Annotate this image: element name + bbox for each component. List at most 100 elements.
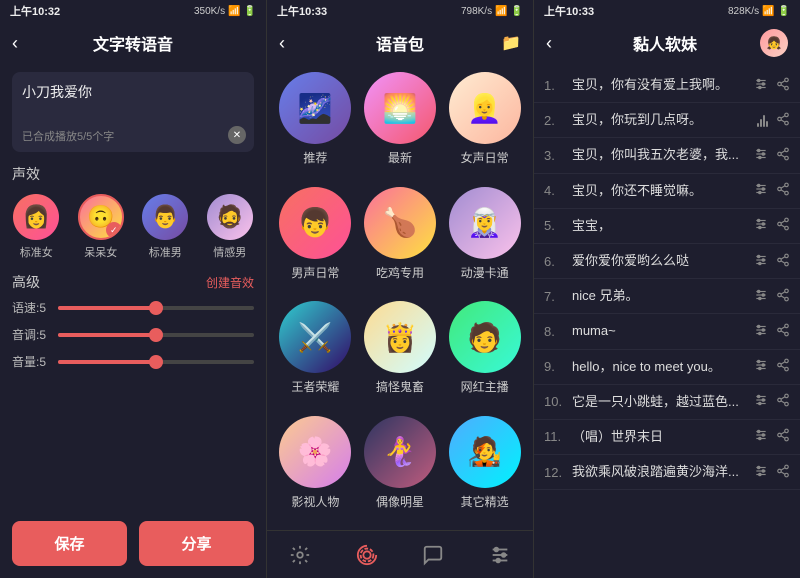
- pack-item-6[interactable]: ⚔️ 王者荣耀: [277, 301, 354, 408]
- tune-icon-11[interactable]: [754, 428, 768, 445]
- voice-emoji-2: 👨: [152, 204, 179, 230]
- phrase-item-1[interactable]: 1. 宝贝，你有没有爱上我啊。: [534, 68, 800, 103]
- pack-item-2[interactable]: 👱‍♀️ 女声日常: [446, 72, 523, 179]
- slider-pitch: 音调:5: [0, 321, 266, 348]
- back-button-middle[interactable]: ‹: [279, 33, 303, 54]
- voice-name-1: 呆呆女: [84, 244, 117, 260]
- pack-name-2: 女声日常: [461, 149, 509, 166]
- share-icon-9[interactable]: [776, 358, 790, 375]
- phrase-item-4[interactable]: 4. 宝贝，你还不睡觉嘛。: [534, 174, 800, 209]
- share-button[interactable]: 分享: [139, 521, 254, 566]
- pack-item-0[interactable]: 🌌 推荐: [277, 72, 354, 179]
- header-left: ‹ 文字转语音: [0, 22, 266, 64]
- share-icon-6[interactable]: [776, 253, 790, 270]
- tune-icon-8[interactable]: [754, 323, 768, 340]
- nav-chat[interactable]: [422, 544, 444, 566]
- phrase-item-3[interactable]: 3. 宝贝，你叫我五次老婆，我...: [534, 138, 800, 173]
- share-icon-10[interactable]: [776, 393, 790, 410]
- tune-icon-9[interactable]: [754, 358, 768, 375]
- pack-item-9[interactable]: 🌸 影视人物: [277, 416, 354, 523]
- pack-item-10[interactable]: 🧜‍♀️ 偶像明星: [362, 416, 439, 523]
- phrase-text-8: muma~: [572, 322, 748, 340]
- slider-pitch-track[interactable]: [58, 333, 254, 337]
- battery-icon-r: 🔋: [778, 6, 790, 17]
- share-icon-2[interactable]: [776, 112, 790, 129]
- tune-icon-4[interactable]: [754, 182, 768, 199]
- tts-clear-button[interactable]: ✕: [228, 126, 246, 144]
- voice-name-0: 标准女: [20, 244, 53, 260]
- speed-right: 828K/s: [728, 6, 759, 17]
- voice-avatar-3: 🧔: [207, 194, 253, 240]
- share-icon-12[interactable]: [776, 464, 790, 481]
- pack-name-5: 动漫卡通: [461, 264, 509, 281]
- tune-icon-7[interactable]: [754, 288, 768, 305]
- right-panel: 上午10:33 828K/s 📶 🔋 ‹ 黏人软妹 👧 1. 宝贝，你有没有爱上…: [534, 0, 800, 578]
- status-icons-right: 828K/s 📶 🔋: [728, 6, 790, 17]
- share-icon-8[interactable]: [776, 323, 790, 340]
- phrase-item-8[interactable]: 8. muma~: [534, 314, 800, 349]
- phrase-icons-4: [754, 182, 790, 199]
- voice-item-emotional-male[interactable]: 🧔 情感男: [207, 194, 253, 260]
- tune-icon-12[interactable]: [754, 464, 768, 481]
- slider-volume-track[interactable]: [58, 360, 254, 364]
- tune-icon-3[interactable]: [754, 147, 768, 164]
- slider-volume-label: 音量:5: [12, 353, 50, 370]
- pack-item-3[interactable]: 👦 男声日常: [277, 187, 354, 294]
- pack-name-4: 吃鸡专用: [376, 264, 424, 281]
- phrase-item-9[interactable]: 9. hello，nice to meet you。: [534, 350, 800, 385]
- page-title-right: 黏人软妹: [570, 31, 760, 55]
- pack-name-1: 最新: [388, 149, 412, 166]
- pack-item-8[interactable]: 🧑 网红主播: [446, 301, 523, 408]
- tts-input-area[interactable]: 小刀我爱你 已合成播放5/5个字 ✕: [12, 72, 254, 152]
- share-icon-7[interactable]: [776, 288, 790, 305]
- voice-item-standard-male[interactable]: 👨 标准男: [142, 194, 188, 260]
- tts-count: 已合成播放5/5个字: [22, 128, 114, 144]
- share-icon-5[interactable]: [776, 217, 790, 234]
- nav-packs[interactable]: [356, 544, 378, 566]
- phrase-item-10[interactable]: 10. 它是一只小跳蛙，越过蓝色...: [534, 385, 800, 420]
- pack-item-1[interactable]: 🌅 最新: [362, 72, 439, 179]
- save-button[interactable]: 保存: [12, 521, 127, 566]
- pack-name-10: 偶像明星: [376, 493, 424, 510]
- signal-icon: 📶: [228, 6, 240, 17]
- share-icon-3[interactable]: [776, 147, 790, 164]
- header-right: ‹ 黏人软妹 👧: [534, 22, 800, 64]
- nav-settings[interactable]: [489, 544, 511, 566]
- back-button-right[interactable]: ‹: [546, 33, 570, 54]
- voice-item-cute-female[interactable]: 🙃 ✓ 呆呆女: [78, 194, 124, 260]
- phrase-item-11[interactable]: 11. （唱）世界末日: [534, 420, 800, 455]
- share-icon-11[interactable]: [776, 428, 790, 445]
- share-icon-4[interactable]: [776, 182, 790, 199]
- back-button-left[interactable]: ‹: [12, 33, 36, 54]
- phrase-item-6[interactable]: 6. 爱你爱你爱哟么么哒: [534, 244, 800, 279]
- phrase-text-4: 宝贝，你还不睡觉嘛。: [572, 182, 748, 200]
- phrase-item-5[interactable]: 5. 宝宝，: [534, 209, 800, 244]
- slider-speed-track[interactable]: [58, 306, 254, 310]
- voice-item-standard-female[interactable]: 👩 标准女: [13, 194, 59, 260]
- phrase-item-12[interactable]: 12. 我欲乘风破浪踏遍黄沙海洋...: [534, 455, 800, 490]
- nav-effects[interactable]: [289, 544, 311, 566]
- pack-name-0: 推荐: [303, 149, 327, 166]
- phrase-num-8: 8.: [544, 324, 566, 339]
- phrase-icons-9: [754, 358, 790, 375]
- pack-name-11: 其它精选: [461, 493, 509, 510]
- time-right: 上午10:33: [544, 3, 594, 19]
- phrase-item-7[interactable]: 7. nice 兄弟。: [534, 279, 800, 314]
- share-icon-1[interactable]: [776, 77, 790, 94]
- page-title-left: 文字转语音: [36, 31, 230, 55]
- tune-icon-1[interactable]: [754, 77, 768, 94]
- create-effect-button[interactable]: 创建音效: [206, 274, 254, 291]
- phrase-num-12: 12.: [544, 465, 566, 480]
- pack-item-5[interactable]: 🧝‍♀️ 动漫卡通: [446, 187, 523, 294]
- advanced-label: 高级: [12, 272, 40, 292]
- pack-item-4[interactable]: 🍗 吃鸡专用: [362, 187, 439, 294]
- voice-emoji-3: 🧔: [216, 204, 243, 230]
- phrase-item-2[interactable]: 2. 宝贝，你玩到几点呀。: [534, 103, 800, 138]
- tune-icon-10[interactable]: [754, 393, 768, 410]
- tune-icon-6[interactable]: [754, 253, 768, 270]
- tune-icon-5[interactable]: [754, 217, 768, 234]
- voice-avatar-0: 👩: [13, 194, 59, 240]
- pack-item-7[interactable]: 👸 搞怪鬼畜: [362, 301, 439, 408]
- folder-icon[interactable]: 📁: [497, 33, 521, 53]
- pack-item-11[interactable]: 🧑‍🎤 其它精选: [446, 416, 523, 523]
